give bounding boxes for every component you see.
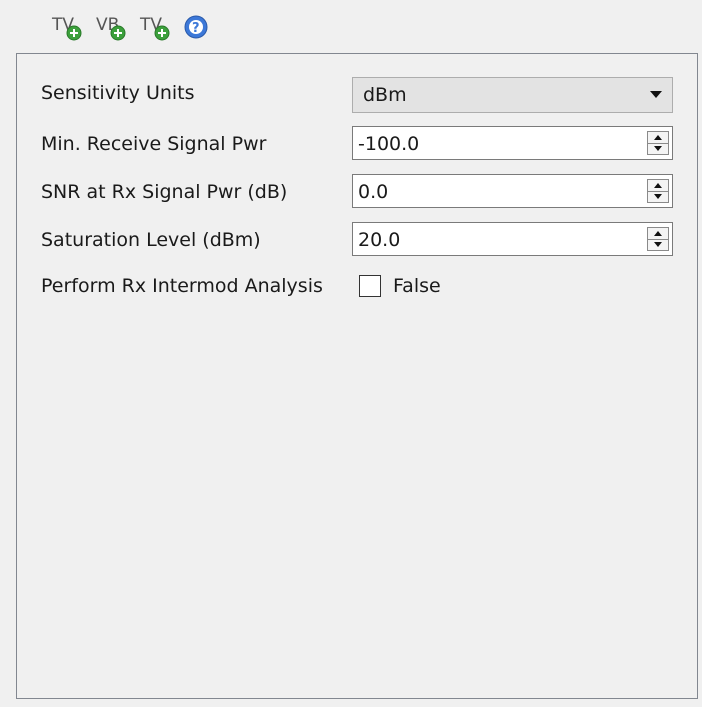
saturation-level-value: 20.0	[358, 229, 401, 251]
toolbar: TV VB TV ?	[48, 10, 218, 44]
help-icon: ?	[184, 15, 208, 39]
sensitivity-units-value: dBm	[363, 84, 407, 106]
min-receive-signal-pwr-label: Min. Receive Signal Pwr	[41, 133, 267, 155]
perform-rx-intermod-row: Perform Rx Intermod Analysis False	[17, 268, 697, 304]
spin-buttons	[647, 227, 669, 251]
help-button[interactable]: ?	[180, 10, 218, 44]
add-transceiver-button[interactable]: TV	[136, 10, 174, 44]
perform-rx-intermod-value: False	[393, 275, 441, 297]
chevron-down-icon	[650, 91, 662, 98]
add-receiver-icon: TV	[51, 15, 82, 41]
snr-at-rx-signal-pwr-spinner[interactable]: 0.0	[352, 174, 673, 208]
sensitivity-units-row: Sensitivity Units dBm	[17, 75, 697, 113]
add-receiver-button[interactable]: TV	[48, 10, 86, 44]
snr-at-rx-signal-pwr-value: 0.0	[358, 181, 389, 203]
sensitivity-units-dropdown[interactable]: dBm	[352, 77, 673, 113]
spin-down-icon[interactable]	[648, 239, 668, 250]
spin-down-icon[interactable]	[648, 143, 668, 154]
sensitivity-units-label: Sensitivity Units	[41, 82, 195, 104]
min-receive-signal-pwr-value: -100.0	[358, 133, 420, 155]
perform-rx-intermod-toggle[interactable]: False	[359, 273, 441, 299]
saturation-level-row: Saturation Level (dBm) 20.0	[17, 222, 697, 258]
snr-at-rx-signal-pwr-label: SNR at Rx Signal Pwr (dB)	[41, 181, 288, 203]
spin-buttons	[647, 131, 669, 155]
svg-text:?: ?	[192, 21, 200, 36]
spin-down-icon[interactable]	[648, 191, 668, 202]
perform-rx-intermod-label: Perform Rx Intermod Analysis	[41, 275, 323, 297]
snr-at-rx-signal-pwr-row: SNR at Rx Signal Pwr (dB) 0.0	[17, 174, 697, 210]
add-variable-icon: VB	[96, 15, 126, 41]
saturation-level-label: Saturation Level (dBm)	[41, 229, 261, 251]
add-variable-button[interactable]: VB	[92, 10, 130, 44]
spin-buttons	[647, 179, 669, 203]
perform-rx-intermod-checkbox[interactable]	[359, 275, 381, 297]
min-receive-signal-pwr-row: Min. Receive Signal Pwr -100.0	[17, 126, 697, 162]
properties-panel: Sensitivity Units dBm Min. Receive Signa…	[16, 53, 698, 699]
add-transceiver-icon: TV	[139, 15, 170, 41]
saturation-level-spinner[interactable]: 20.0	[352, 222, 673, 256]
min-receive-signal-pwr-spinner[interactable]: -100.0	[352, 126, 673, 160]
